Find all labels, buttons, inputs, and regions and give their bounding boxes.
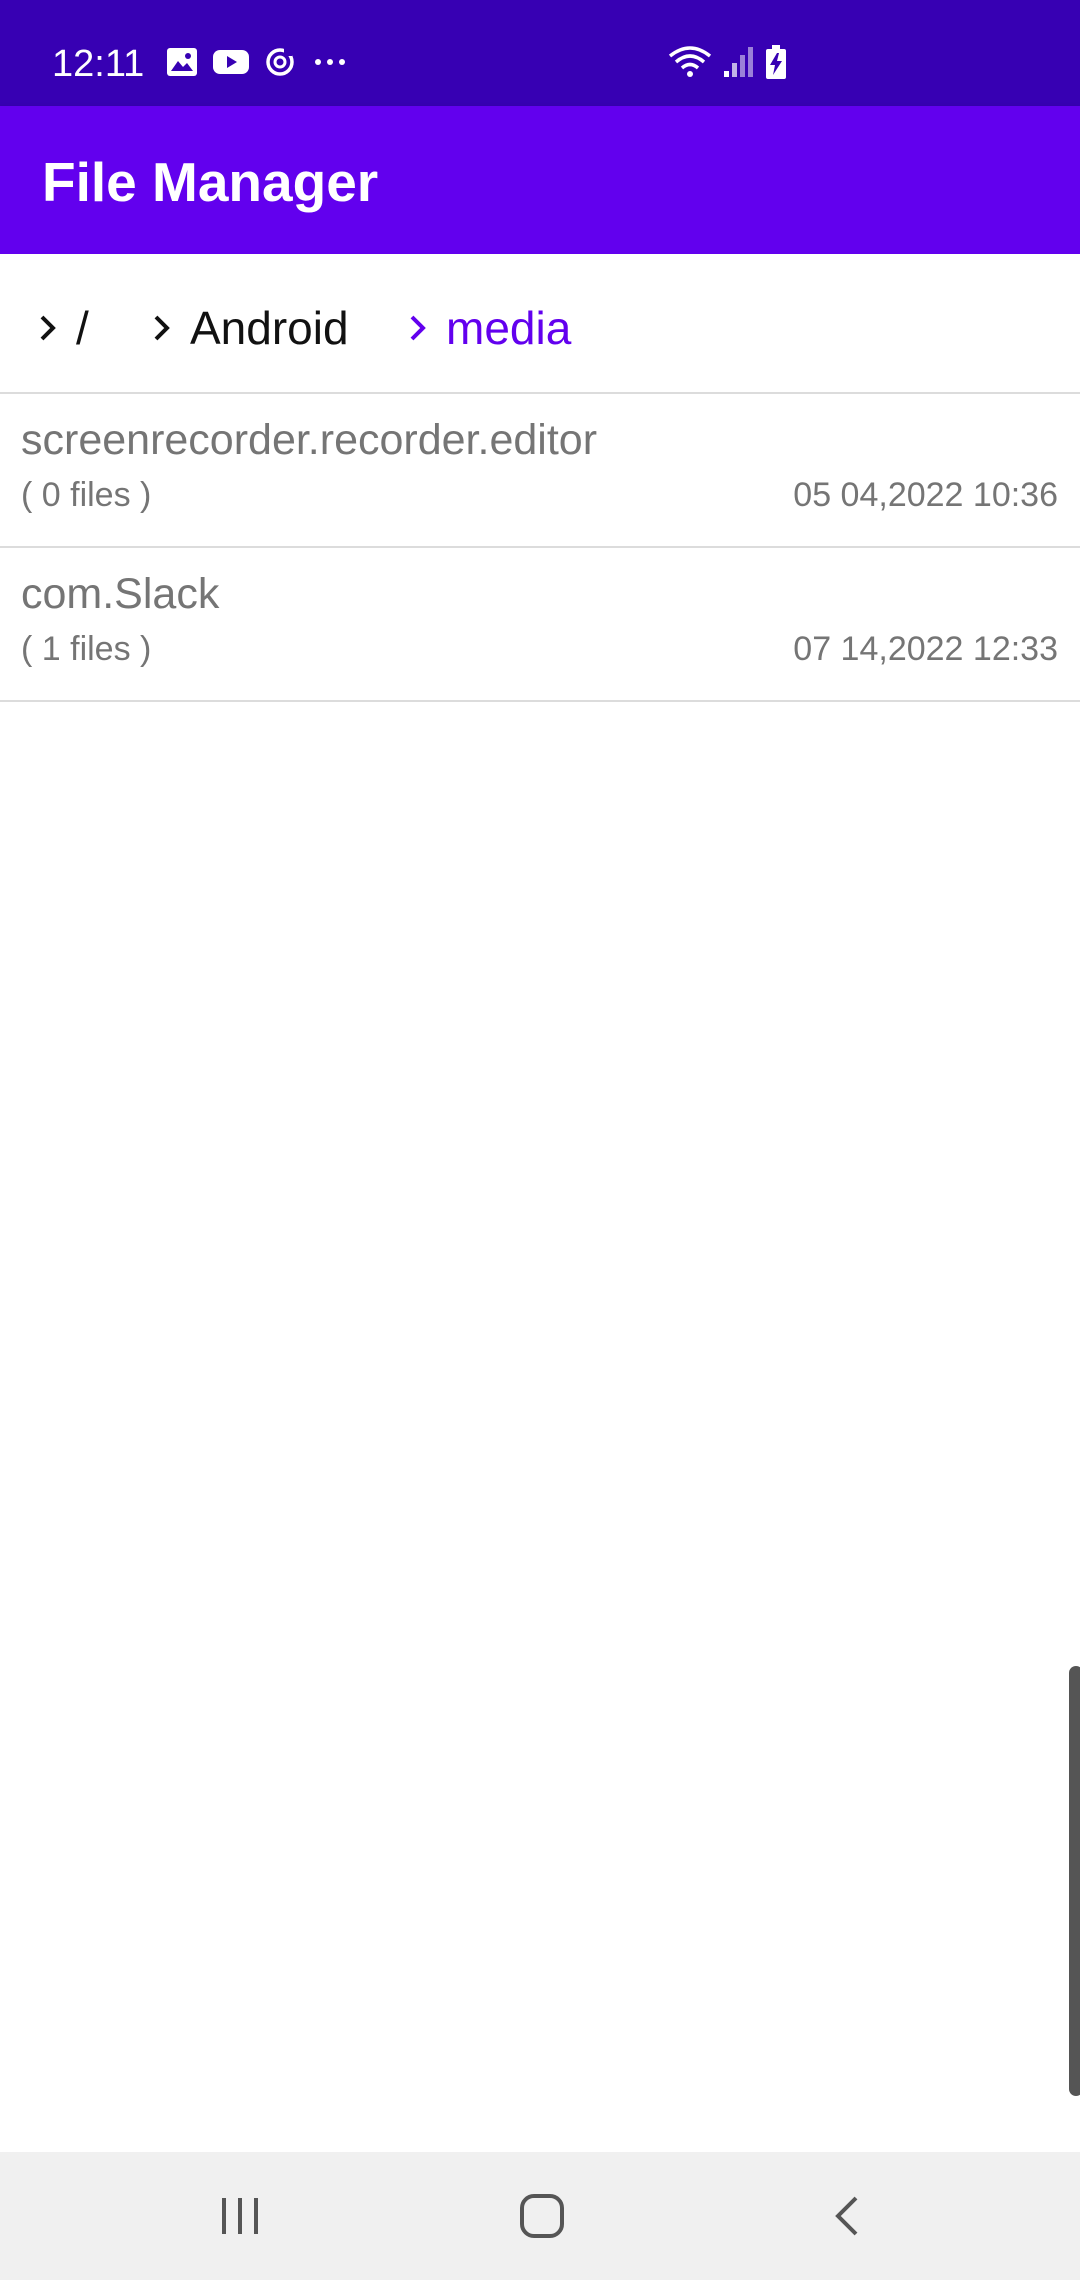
breadcrumb-label: media [446,302,572,354]
recent-apps-button[interactable] [200,2182,280,2250]
breadcrumb-label: Android [190,302,349,354]
battery-charging-icon [764,44,788,85]
signal-icon [722,45,754,84]
recent-apps-icon [222,2198,258,2234]
chevron-right-icon [410,315,426,341]
navigation-bar [0,2152,1080,2280]
list-item[interactable]: com.Slack ( 1 files ) 07 14,2022 12:33 [0,548,1080,702]
status-time: 12:11 [52,43,145,85]
file-count: ( 0 files ) [21,476,152,514]
status-icons-left [166,44,350,84]
sync-icon [264,46,296,83]
chevron-right-icon [40,315,56,341]
more-dots-icon [310,47,350,82]
app-title: File Manager [42,151,379,213]
file-count: ( 1 files ) [21,630,152,668]
folder-name: com.Slack [21,570,220,618]
status-icons-right [668,44,788,84]
status-bar: 12:11 [0,0,1080,106]
modified-date: 07 14,2022 12:33 [793,630,1058,668]
home-button[interactable] [502,2182,582,2250]
scrollbar-handle[interactable] [1069,1666,1080,2096]
youtube-icon [212,47,250,82]
folder-name: screenrecorder.recorder.editor [21,416,598,464]
list-item[interactable]: screenrecorder.recorder.editor ( 0 files… [0,394,1080,548]
breadcrumb-label: / [76,302,89,354]
chevron-right-icon [154,315,170,341]
breadcrumb-root[interactable]: / [38,300,89,356]
app-bar: File Manager [0,106,1080,254]
home-icon [520,2194,564,2238]
back-button[interactable] [806,2182,886,2250]
back-icon [835,2196,858,2236]
wifi-icon [668,44,712,85]
image-icon [166,47,198,82]
modified-date: 05 04,2022 10:36 [793,476,1058,514]
breadcrumb-android[interactable]: Android [152,300,349,356]
breadcrumb: / Android media [0,254,1080,394]
file-manager-screen: 12:11 File Manager / Android media scree… [0,0,1080,2280]
breadcrumb-media[interactable]: media [408,300,571,356]
